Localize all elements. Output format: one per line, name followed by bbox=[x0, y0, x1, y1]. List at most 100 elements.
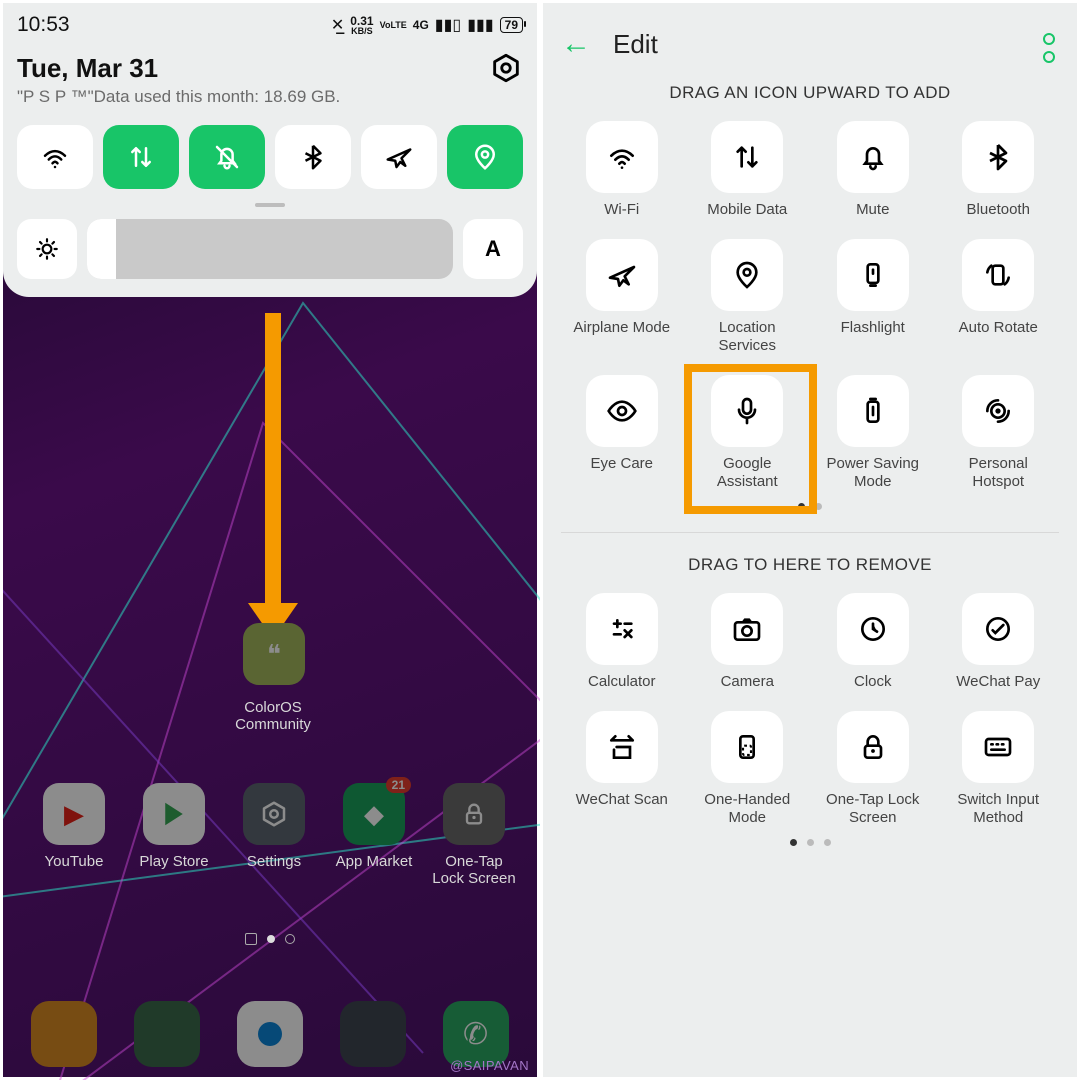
dock-app[interactable] bbox=[134, 1001, 200, 1067]
brightness-slider[interactable] bbox=[87, 219, 453, 279]
tile-label: Personal Hotspot bbox=[943, 455, 1053, 491]
onehand-icon bbox=[711, 711, 783, 783]
app-label: One-Tap Lock Screen bbox=[424, 853, 524, 887]
dnd-icon: ✕̲ bbox=[331, 15, 344, 35]
location-toggle[interactable] bbox=[447, 125, 523, 189]
signal-icon: ▮▮▮ bbox=[467, 15, 493, 35]
tile-lock[interactable]: One-Tap Lock Screen bbox=[812, 703, 934, 835]
tile-bt[interactable]: Bluetooth bbox=[938, 113, 1060, 227]
data-usage-label: "P S P ™"Data used this month: 18.69 GB. bbox=[17, 87, 523, 107]
tile-label: Switch Input Method bbox=[943, 791, 1053, 827]
divider bbox=[561, 532, 1059, 533]
app-play-store[interactable] bbox=[143, 783, 205, 845]
notification-shade[interactable]: 10:53 ✕̲ 0.31KB/S VoLTE 4G ▮▮▯ ▮▮▮ 79 Tu… bbox=[3, 3, 537, 297]
bell-icon bbox=[837, 121, 909, 193]
tile-label: One-Tap Lock Screen bbox=[818, 791, 928, 827]
dock-app[interactable] bbox=[340, 1001, 406, 1067]
dock-app[interactable] bbox=[31, 1001, 97, 1067]
mute-toggle[interactable] bbox=[189, 125, 265, 189]
chat-icon: ❝ bbox=[267, 639, 281, 670]
annotation-arrow bbox=[265, 313, 281, 623]
tile-label: Mobile Data bbox=[707, 201, 787, 219]
app-settings[interactable] bbox=[243, 783, 305, 845]
tile-hotspot[interactable]: Personal Hotspot bbox=[938, 367, 1060, 499]
app-label: ColorOS Community bbox=[223, 699, 323, 733]
eye-icon bbox=[586, 375, 658, 447]
page-indicator bbox=[543, 839, 1077, 846]
settings-icon[interactable] bbox=[489, 51, 523, 85]
tile-batt[interactable]: Power Saving Mode bbox=[812, 367, 934, 499]
tile-label: WeChat Pay bbox=[956, 673, 1040, 691]
tile-scan[interactable]: WeChat Scan bbox=[561, 703, 683, 835]
wifi-toggle[interactable] bbox=[17, 125, 93, 189]
tile-flash[interactable]: Flashlight bbox=[812, 231, 934, 363]
tile-label: Power Saving Mode bbox=[818, 455, 928, 491]
tile-onehand[interactable]: One-Handed Mode bbox=[687, 703, 809, 835]
quick-toggles bbox=[17, 125, 523, 189]
page-indicator bbox=[245, 933, 295, 945]
tile-label: Airplane Mode bbox=[573, 319, 670, 337]
tile-clock[interactable]: Clock bbox=[812, 585, 934, 699]
tile-label: Mute bbox=[856, 201, 889, 219]
tile-label: Eye Care bbox=[590, 455, 653, 473]
volte-icon: VoLTE bbox=[380, 21, 407, 30]
tile-rotate[interactable]: Auto Rotate bbox=[938, 231, 1060, 363]
speed-indicator: 0.31KB/S bbox=[350, 15, 373, 36]
rotate-icon bbox=[962, 239, 1034, 311]
data-icon bbox=[711, 121, 783, 193]
tile-bell[interactable]: Mute bbox=[812, 113, 934, 227]
tile-keyboard[interactable]: Switch Input Method bbox=[938, 703, 1060, 835]
tile-label: Auto Rotate bbox=[959, 319, 1038, 337]
status-bar: 10:53 ✕̲ 0.31KB/S VoLTE 4G ▮▮▯ ▮▮▮ 79 bbox=[17, 13, 523, 37]
bluetooth-toggle[interactable] bbox=[275, 125, 351, 189]
clock: 10:53 bbox=[17, 13, 70, 37]
keyboard-icon bbox=[962, 711, 1034, 783]
add-hint: DRAG AN ICON UPWARD TO ADD bbox=[543, 83, 1077, 103]
more-icon[interactable] bbox=[1043, 33, 1055, 63]
tile-wpay[interactable]: WeChat Pay bbox=[938, 585, 1060, 699]
tile-eye[interactable]: Eye Care bbox=[561, 367, 683, 499]
scan-icon bbox=[586, 711, 658, 783]
tile-calc[interactable]: Calculator bbox=[561, 585, 683, 699]
edit-header: ← Edit bbox=[543, 3, 1077, 69]
battery-indicator: 79 bbox=[500, 17, 523, 33]
app-label: Settings bbox=[224, 853, 324, 870]
lock-icon bbox=[837, 711, 909, 783]
clock-icon bbox=[837, 593, 909, 665]
hotspot-icon bbox=[962, 375, 1034, 447]
app-coloros-community[interactable]: ❝ bbox=[243, 623, 305, 685]
tile-pin[interactable]: Location Services bbox=[687, 231, 809, 363]
app-app-market[interactable]: ◆ 21 bbox=[343, 783, 405, 845]
tile-label: Camera bbox=[721, 673, 774, 691]
tile-wifi[interactable]: Wi-Fi bbox=[561, 113, 683, 227]
tile-plane[interactable]: Airplane Mode bbox=[561, 231, 683, 363]
back-icon[interactable]: ← bbox=[561, 27, 591, 61]
signal-icon: ▮▮▯ bbox=[435, 15, 461, 35]
tile-label: Location Services bbox=[692, 319, 802, 355]
auto-brightness-toggle[interactable]: A bbox=[463, 219, 523, 279]
tile-label: Wi-Fi bbox=[604, 201, 639, 219]
annotation-highlight bbox=[684, 364, 818, 514]
watermark: @SAIPAVAN bbox=[450, 1058, 529, 1073]
tile-cam[interactable]: Camera bbox=[687, 585, 809, 699]
wpay-icon bbox=[962, 593, 1034, 665]
mobile-data-toggle[interactable] bbox=[103, 125, 179, 189]
dock-app[interactable] bbox=[237, 1001, 303, 1067]
app-youtube[interactable]: ▶ bbox=[43, 783, 105, 845]
app-label: YouTube bbox=[24, 853, 124, 870]
gear-icon bbox=[259, 799, 289, 829]
tile-label: One-Handed Mode bbox=[692, 791, 802, 827]
drag-handle[interactable] bbox=[255, 203, 285, 207]
notification-shade-screenshot: 10:53 ✕̲ 0.31KB/S VoLTE 4G ▮▮▯ ▮▮▮ 79 Tu… bbox=[0, 0, 540, 1080]
app-label: Play Store bbox=[124, 853, 224, 870]
tile-label: Bluetooth bbox=[967, 201, 1030, 219]
date-label: Tue, Mar 31 bbox=[17, 53, 158, 84]
tile-data[interactable]: Mobile Data bbox=[687, 113, 809, 227]
plane-icon bbox=[586, 239, 658, 311]
batt-icon bbox=[837, 375, 909, 447]
airplane-toggle[interactable] bbox=[361, 125, 437, 189]
app-label: App Market bbox=[324, 853, 424, 870]
tile-label: Calculator bbox=[588, 673, 656, 691]
app-lock-screen[interactable] bbox=[443, 783, 505, 845]
flash-icon bbox=[837, 239, 909, 311]
